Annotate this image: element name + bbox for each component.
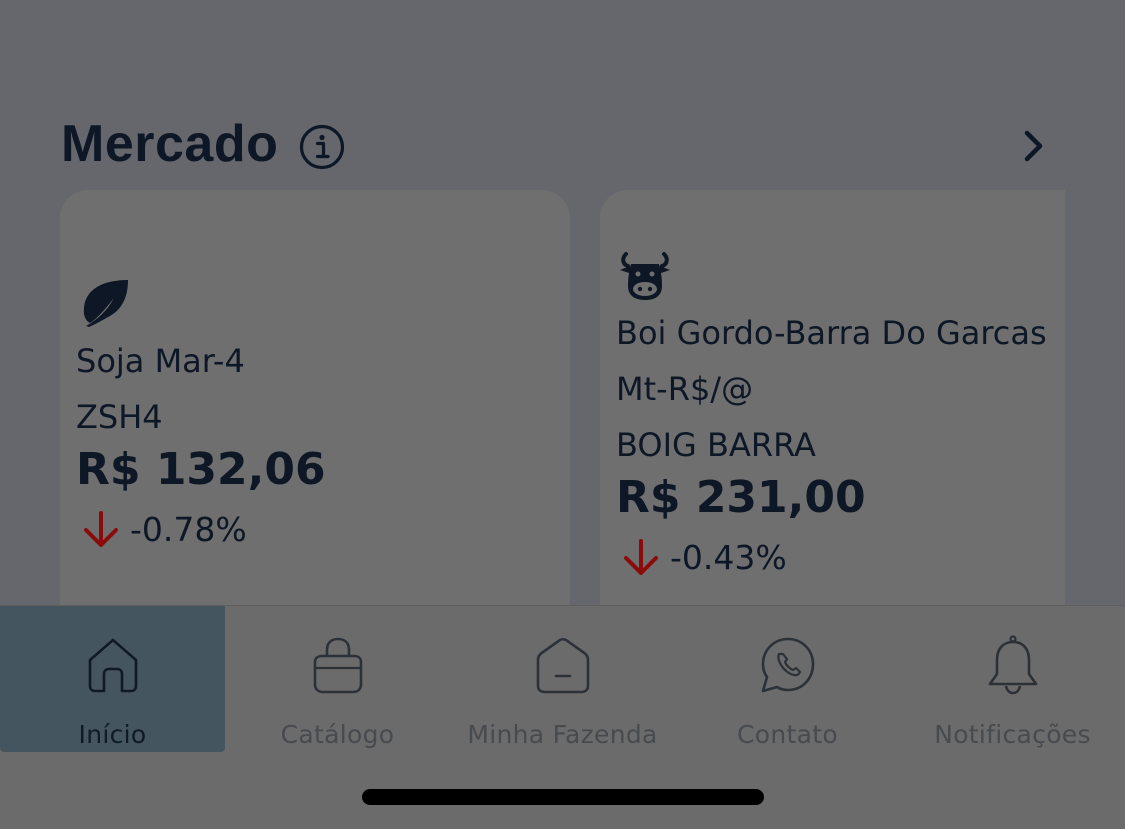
shopping-bag-icon <box>313 637 363 694</box>
bell-icon <box>988 635 1038 695</box>
section-title: Mercado <box>61 115 279 173</box>
tab-contato[interactable]: Contato <box>675 606 900 752</box>
arrow-down-icon <box>84 511 118 547</box>
tab-label: Minha Fazenda <box>467 720 658 749</box>
tab-label: Catálogo <box>280 720 395 749</box>
farm-house-icon <box>536 637 590 694</box>
price-change: -0.43% <box>670 538 787 577</box>
commodity-code: BOIG BARRA <box>616 426 816 464</box>
tab-label: Notificações <box>934 720 1091 749</box>
leaf-icon <box>83 280 128 327</box>
commodity-name-line1: Boi Gordo-Barra Do Garcas <box>616 314 1047 352</box>
commodity-name-line2: Mt-R$/@ <box>616 370 754 408</box>
arrow-down-icon <box>624 539 658 575</box>
home-icon <box>88 638 138 693</box>
market-card-soja[interactable]: Soja Mar-4 ZSH4 R$ 132,06 -0.78% <box>60 190 570 630</box>
tab-label: Início <box>78 720 147 749</box>
cow-icon <box>620 252 670 300</box>
commodity-code: ZSH4 <box>76 398 163 436</box>
price-change: -0.78% <box>130 510 247 549</box>
tab-notificacoes[interactable]: Notificações <box>900 606 1125 752</box>
commodity-price: R$ 231,00 <box>616 472 866 523</box>
tab-label: Contato <box>737 720 838 749</box>
commodity-name: Soja Mar-4 <box>76 342 245 380</box>
tab-catalogo[interactable]: Catálogo <box>225 606 450 752</box>
info-circle-icon[interactable] <box>299 124 345 170</box>
screen: Mercado Soja Mar-4 ZSH4 R$ 132,06 -0.78% <box>0 0 1125 829</box>
commodity-price: R$ 132,06 <box>76 444 326 495</box>
home-indicator[interactable] <box>362 789 764 805</box>
market-section-header: Mercado <box>61 110 1061 180</box>
tab-minha-fazenda[interactable]: Minha Fazenda <box>450 606 675 752</box>
tab-inicio[interactable]: Início <box>0 606 225 752</box>
chevron-right-icon[interactable] <box>1019 128 1049 164</box>
market-card-boi-gordo[interactable]: Boi Gordo-Barra Do Garcas Mt-R$/@ BOIG B… <box>600 190 1065 630</box>
whatsapp-icon <box>761 637 815 693</box>
